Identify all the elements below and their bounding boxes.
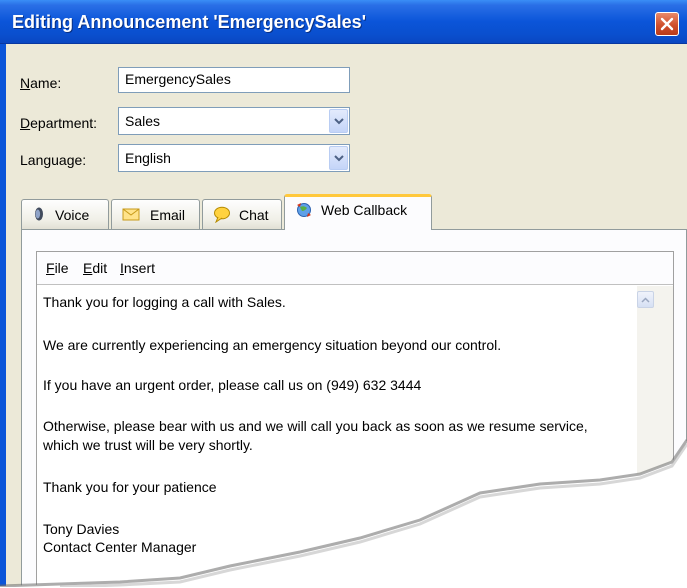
close-icon — [660, 17, 674, 31]
chevron-down-icon — [334, 118, 344, 125]
web-callback-icon — [297, 203, 311, 217]
menu-edit[interactable]: Edit — [83, 260, 107, 276]
tab-web-callback[interactable]: Web Callback — [284, 194, 432, 230]
text-line: Thank you for your patience — [43, 479, 217, 495]
text-line: If you have an urgent order, please call… — [43, 377, 422, 393]
text-line: Contact Center Manager — [43, 539, 197, 555]
text-line: Thank you for logging a call with Sales. — [43, 294, 286, 310]
tab-voice[interactable]: Voice — [21, 199, 109, 229]
menu-file[interactable]: File — [46, 260, 69, 276]
department-dropdown-button[interactable] — [329, 109, 348, 133]
language-value: English — [125, 150, 171, 166]
announcement-dialog: Editing Announcement 'EmergencySales' Na… — [0, 0, 687, 586]
text-line: Otherwise, please bear with us and we wi… — [43, 418, 588, 434]
text-line: We are currently experiencing an emergen… — [43, 337, 502, 353]
department-select[interactable]: Sales — [118, 107, 350, 135]
title-bar[interactable]: Editing Announcement 'EmergencySales' — [0, 0, 687, 44]
close-button[interactable] — [655, 12, 679, 36]
tab-chat[interactable]: Chat — [202, 199, 282, 229]
name-input[interactable]: EmergencySales — [118, 67, 350, 93]
vertical-scrollbar[interactable] — [637, 286, 673, 586]
tab-email[interactable]: Email — [111, 199, 200, 229]
name-label: Name: — [20, 75, 62, 91]
menu-insert[interactable]: Insert — [120, 260, 155, 276]
department-value: Sales — [125, 113, 161, 129]
text-line: which we trust will be very shortly. — [43, 437, 253, 453]
chevron-down-icon — [334, 155, 344, 162]
scroll-up-button[interactable] — [637, 291, 654, 308]
envelope-icon — [122, 208, 140, 221]
editor-menubar: File Edit Insert — [37, 252, 673, 284]
window-title: Editing Announcement 'EmergencySales' — [12, 12, 366, 32]
speaker-icon — [35, 207, 43, 221]
announcement-text-area[interactable]: Thank you for logging a call with Sales.… — [37, 284, 673, 586]
language-dropdown-button[interactable] — [329, 146, 348, 170]
text-line: Tony Davies — [43, 521, 120, 537]
chevron-up-icon — [641, 297, 650, 303]
language-select[interactable]: English — [118, 144, 350, 172]
chat-bubble-icon — [214, 206, 230, 223]
department-label: Department: — [20, 115, 98, 131]
language-label: Language: — [20, 152, 87, 168]
